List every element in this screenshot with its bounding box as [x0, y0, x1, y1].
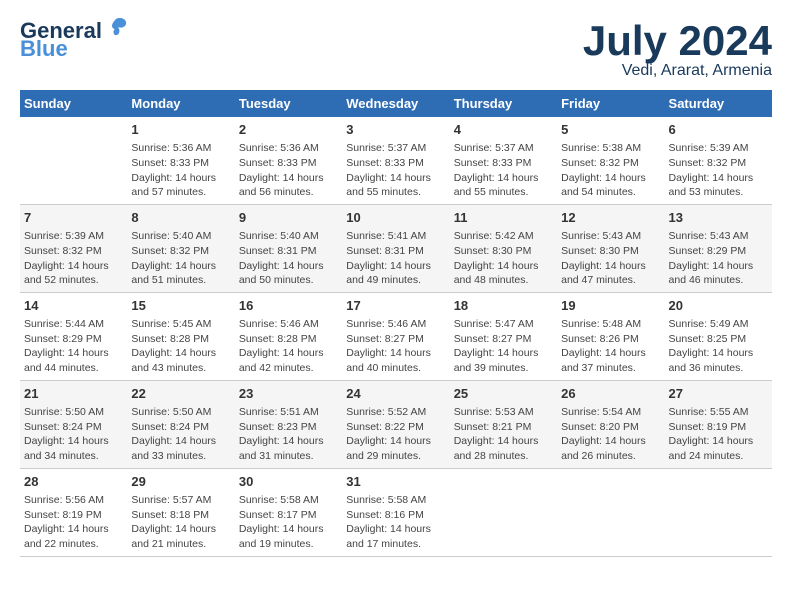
calendar-cell	[20, 117, 127, 204]
calendar-cell: 6Sunrise: 5:39 AMSunset: 8:32 PMDaylight…	[665, 117, 772, 204]
calendar-cell: 30Sunrise: 5:58 AMSunset: 8:17 PMDayligh…	[235, 468, 342, 556]
calendar-cell: 28Sunrise: 5:56 AMSunset: 8:19 PMDayligh…	[20, 468, 127, 556]
col-monday: Monday	[127, 90, 234, 117]
table-row: 14Sunrise: 5:44 AMSunset: 8:29 PMDayligh…	[20, 292, 772, 380]
calendar-cell: 5Sunrise: 5:38 AMSunset: 8:32 PMDaylight…	[557, 117, 664, 204]
col-sunday: Sunday	[20, 90, 127, 117]
col-wednesday: Wednesday	[342, 90, 449, 117]
calendar-cell: 21Sunrise: 5:50 AMSunset: 8:24 PMDayligh…	[20, 380, 127, 468]
calendar-cell: 2Sunrise: 5:36 AMSunset: 8:33 PMDaylight…	[235, 117, 342, 204]
calendar-cell: 1Sunrise: 5:36 AMSunset: 8:33 PMDaylight…	[127, 117, 234, 204]
calendar-cell: 7Sunrise: 5:39 AMSunset: 8:32 PMDaylight…	[20, 204, 127, 292]
logo: General Blue	[20, 20, 128, 62]
calendar-cell: 22Sunrise: 5:50 AMSunset: 8:24 PMDayligh…	[127, 380, 234, 468]
title-block: July 2024 Vedi, Ararat, Armenia	[583, 20, 772, 80]
calendar-cell	[665, 468, 772, 556]
calendar-cell	[557, 468, 664, 556]
calendar-cell: 19Sunrise: 5:48 AMSunset: 8:26 PMDayligh…	[557, 292, 664, 380]
calendar-cell: 13Sunrise: 5:43 AMSunset: 8:29 PMDayligh…	[665, 204, 772, 292]
calendar-cell: 9Sunrise: 5:40 AMSunset: 8:31 PMDaylight…	[235, 204, 342, 292]
calendar-table: Sunday Monday Tuesday Wednesday Thursday…	[20, 90, 772, 557]
calendar-cell: 3Sunrise: 5:37 AMSunset: 8:33 PMDaylight…	[342, 117, 449, 204]
calendar-cell: 4Sunrise: 5:37 AMSunset: 8:33 PMDaylight…	[450, 117, 557, 204]
table-row: 1Sunrise: 5:36 AMSunset: 8:33 PMDaylight…	[20, 117, 772, 204]
calendar-cell: 12Sunrise: 5:43 AMSunset: 8:30 PMDayligh…	[557, 204, 664, 292]
col-thursday: Thursday	[450, 90, 557, 117]
calendar-cell: 15Sunrise: 5:45 AMSunset: 8:28 PMDayligh…	[127, 292, 234, 380]
calendar-cell: 25Sunrise: 5:53 AMSunset: 8:21 PMDayligh…	[450, 380, 557, 468]
col-friday: Friday	[557, 90, 664, 117]
calendar-cell: 26Sunrise: 5:54 AMSunset: 8:20 PMDayligh…	[557, 380, 664, 468]
calendar-cell: 17Sunrise: 5:46 AMSunset: 8:27 PMDayligh…	[342, 292, 449, 380]
col-tuesday: Tuesday	[235, 90, 342, 117]
calendar-cell	[450, 468, 557, 556]
table-row: 28Sunrise: 5:56 AMSunset: 8:19 PMDayligh…	[20, 468, 772, 556]
calendar-cell: 18Sunrise: 5:47 AMSunset: 8:27 PMDayligh…	[450, 292, 557, 380]
calendar-cell: 31Sunrise: 5:58 AMSunset: 8:16 PMDayligh…	[342, 468, 449, 556]
calendar-cell: 8Sunrise: 5:40 AMSunset: 8:32 PMDaylight…	[127, 204, 234, 292]
calendar-cell: 14Sunrise: 5:44 AMSunset: 8:29 PMDayligh…	[20, 292, 127, 380]
table-row: 21Sunrise: 5:50 AMSunset: 8:24 PMDayligh…	[20, 380, 772, 468]
calendar-cell: 20Sunrise: 5:49 AMSunset: 8:25 PMDayligh…	[665, 292, 772, 380]
calendar-cell: 27Sunrise: 5:55 AMSunset: 8:19 PMDayligh…	[665, 380, 772, 468]
calendar-cell: 23Sunrise: 5:51 AMSunset: 8:23 PMDayligh…	[235, 380, 342, 468]
calendar-title: July 2024	[583, 20, 772, 62]
page-header: General Blue July 2024 Vedi, Ararat, Arm…	[20, 20, 772, 80]
calendar-cell: 11Sunrise: 5:42 AMSunset: 8:30 PMDayligh…	[450, 204, 557, 292]
col-saturday: Saturday	[665, 90, 772, 117]
calendar-subtitle: Vedi, Ararat, Armenia	[583, 62, 772, 80]
calendar-cell: 24Sunrise: 5:52 AMSunset: 8:22 PMDayligh…	[342, 380, 449, 468]
header-row: Sunday Monday Tuesday Wednesday Thursday…	[20, 90, 772, 117]
table-row: 7Sunrise: 5:39 AMSunset: 8:32 PMDaylight…	[20, 204, 772, 292]
calendar-cell: 16Sunrise: 5:46 AMSunset: 8:28 PMDayligh…	[235, 292, 342, 380]
calendar-cell: 10Sunrise: 5:41 AMSunset: 8:31 PMDayligh…	[342, 204, 449, 292]
calendar-cell: 29Sunrise: 5:57 AMSunset: 8:18 PMDayligh…	[127, 468, 234, 556]
